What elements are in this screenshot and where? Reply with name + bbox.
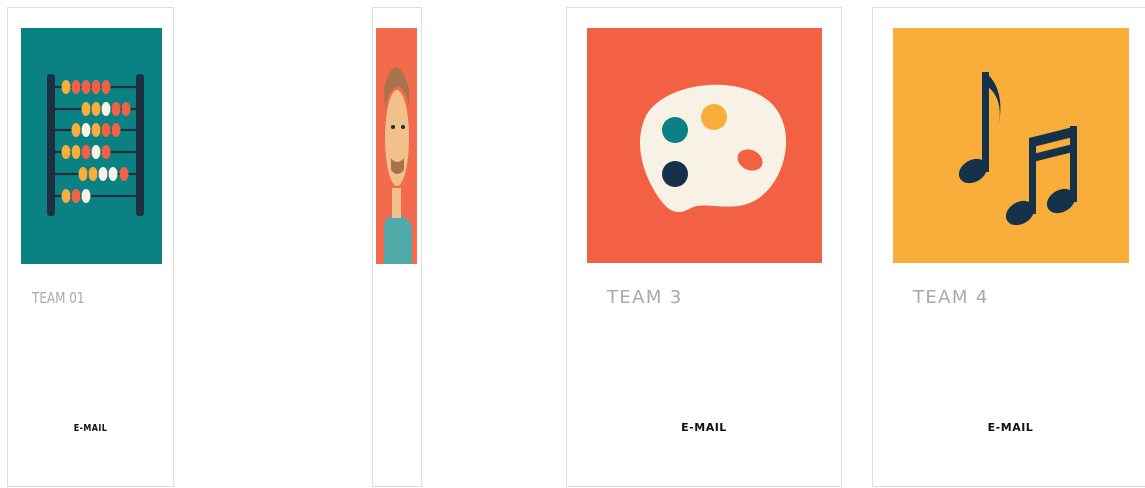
- person-icon: [376, 28, 417, 264]
- team-card-2-image: [376, 28, 417, 264]
- team-card-4-name: TEAM 4: [913, 287, 989, 308]
- team-card-3-image: [587, 28, 822, 263]
- team-card-2: [372, 7, 422, 487]
- team-card-1-image: [21, 28, 162, 264]
- team-card-1-name: TEAM 01: [32, 289, 85, 307]
- music-notes-icon: [893, 28, 1129, 263]
- team-card-3: TEAM 3 E-MAIL: [566, 7, 842, 487]
- team-card-3-email-button[interactable]: E-MAIL: [567, 421, 841, 434]
- palette-icon: [587, 28, 822, 263]
- team-card-1-email-button[interactable]: E-MAIL: [25, 423, 157, 434]
- abacus-icon: [21, 28, 162, 264]
- team-card-4: TEAM 4 E-MAIL: [872, 7, 1145, 487]
- team-card-4-image: [893, 28, 1129, 263]
- team-card-1: TEAM 01 E-MAIL: [7, 7, 174, 487]
- team-card-3-name: TEAM 3: [607, 287, 683, 308]
- team-card-4-email-button[interactable]: E-MAIL: [873, 421, 1145, 434]
